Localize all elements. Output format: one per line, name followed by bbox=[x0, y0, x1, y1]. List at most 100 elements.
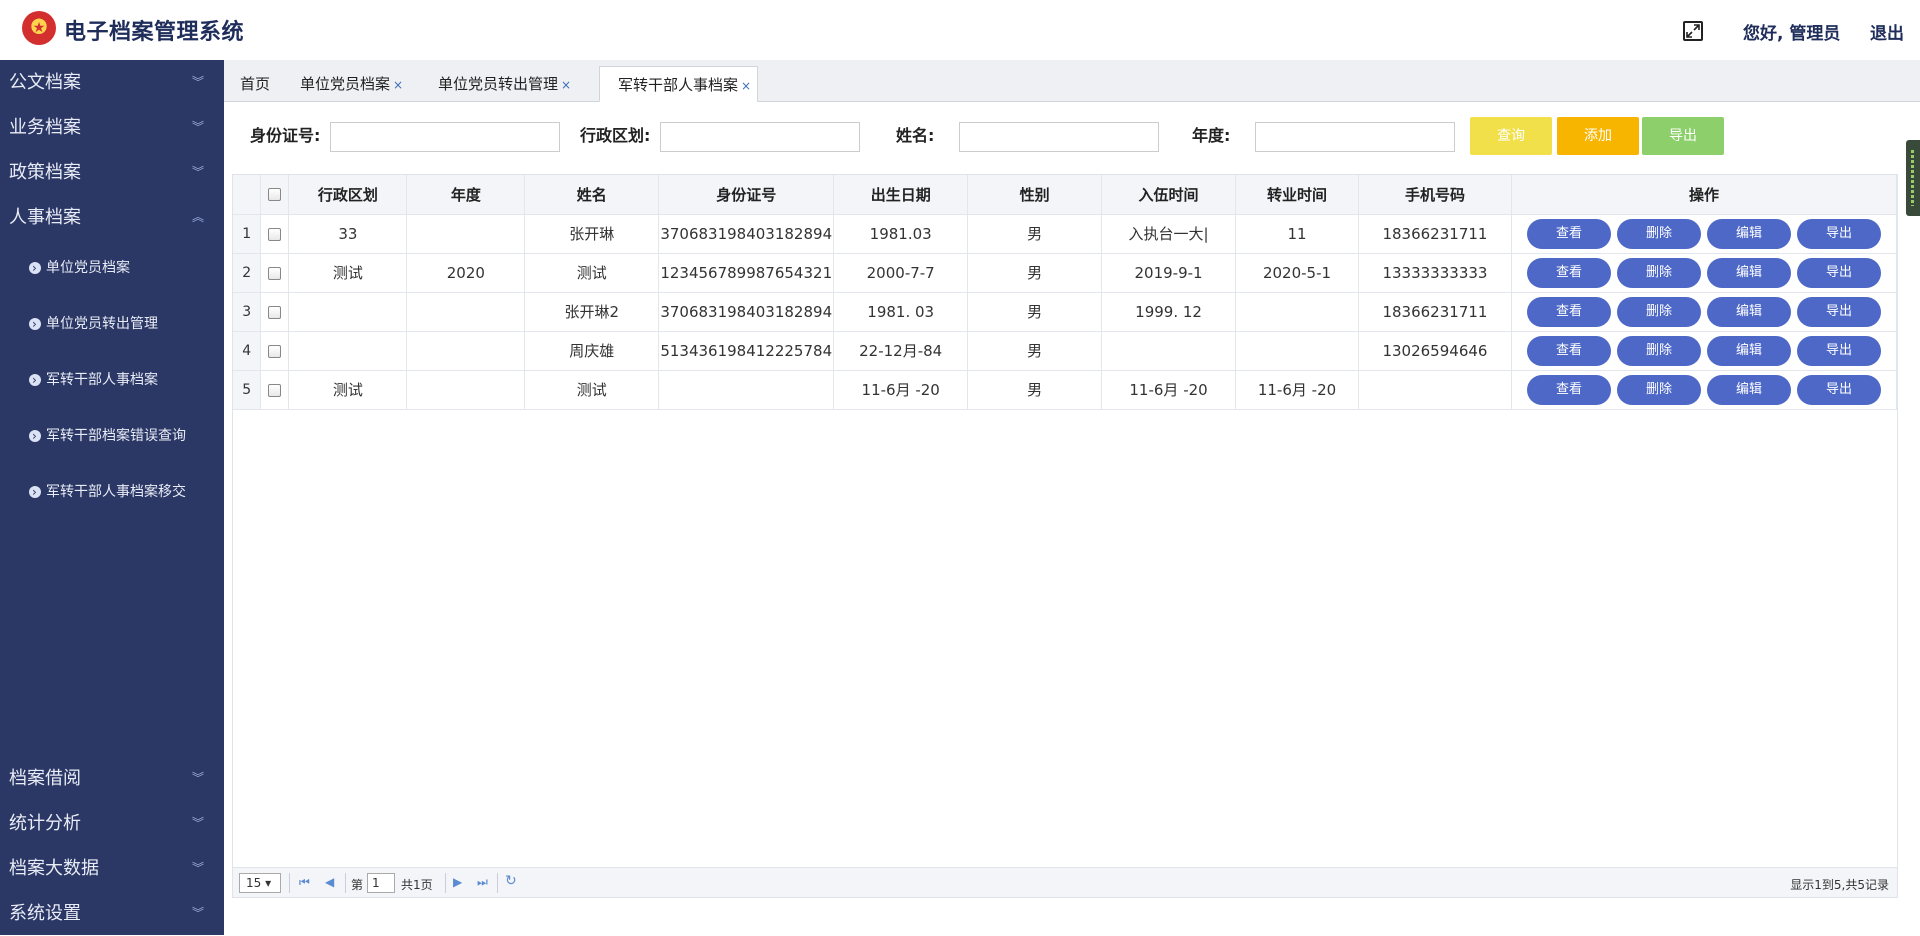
row-actions: 查看 删除 编辑 导出 bbox=[1511, 253, 1898, 293]
delete-button[interactable]: 删除 bbox=[1616, 296, 1701, 327]
view-button[interactable]: 查看 bbox=[1526, 296, 1611, 327]
column-header[interactable]: 性别 bbox=[967, 175, 1103, 215]
delete-button[interactable]: 删除 bbox=[1616, 257, 1701, 288]
view-button[interactable]: 查看 bbox=[1526, 257, 1611, 288]
export-row-button[interactable]: 导出 bbox=[1796, 218, 1881, 249]
logout-link[interactable]: 退出 bbox=[1870, 19, 1904, 44]
row-checkbox[interactable] bbox=[268, 305, 282, 319]
view-button[interactable]: 查看 bbox=[1526, 374, 1611, 405]
tab-label: 单位党员档案 bbox=[300, 75, 391, 93]
query-button[interactable]: 查询 bbox=[1470, 117, 1552, 155]
export-row-button[interactable]: 导出 bbox=[1796, 335, 1881, 366]
view-button[interactable]: 查看 bbox=[1526, 335, 1611, 366]
name-label: 姓名: bbox=[896, 126, 935, 145]
close-icon[interactable]: × bbox=[561, 78, 571, 92]
column-header[interactable]: 转业时间 bbox=[1235, 175, 1359, 215]
side-drag-handle[interactable] bbox=[1906, 140, 1920, 216]
last-page-icon[interactable]: ⏭ bbox=[477, 875, 488, 890]
delete-button[interactable]: 删除 bbox=[1616, 218, 1701, 249]
edit-button[interactable]: 编辑 bbox=[1706, 257, 1791, 288]
row-select-cell[interactable] bbox=[260, 292, 290, 332]
close-icon[interactable]: × bbox=[741, 79, 751, 93]
view-button[interactable]: 查看 bbox=[1526, 218, 1611, 249]
cell-year bbox=[406, 331, 526, 371]
sidebar-item-policy-docs[interactable]: 政策档案 ︾ bbox=[0, 150, 224, 195]
column-header[interactable]: 身份证号 bbox=[658, 175, 835, 215]
column-header[interactable]: 入伍时间 bbox=[1101, 175, 1237, 215]
table-row[interactable]: 3 张开琳2 370683198403182894 1981. 03 男 1999. 12… bbox=[233, 292, 1898, 332]
export-row-button[interactable]: 导出 bbox=[1796, 374, 1881, 405]
column-header[interactable]: 年度 bbox=[406, 175, 526, 215]
sidebar-subitem-veteran-handover[interactable]: 军转干部人事档案移交 bbox=[0, 464, 224, 520]
table-row[interactable]: 5 测试 测试 11-6月 -20 男 11-6月 -20 11-6月 -20 查看 删除 编辑导… bbox=[233, 370, 1898, 410]
sidebar-subitem-party-transfer[interactable]: 单位党员转出管理 bbox=[0, 296, 224, 352]
tab-party-transfer[interactable]: 单位党员转出管理 × bbox=[428, 66, 581, 102]
cell-transfer: 2020-5-1 bbox=[1235, 253, 1359, 293]
sidebar-item-label: 业务档案 bbox=[9, 117, 81, 138]
refresh-icon[interactable]: ↻ bbox=[505, 873, 517, 889]
tab-home[interactable]: 首页 bbox=[230, 66, 280, 102]
next-page-icon[interactable]: ▶ bbox=[453, 875, 462, 889]
column-header[interactable]: 出生日期 bbox=[833, 175, 969, 215]
table-row[interactable]: 1 33 张开琳 370683198403182894 1981.03 男入执台一大| 11… bbox=[233, 214, 1898, 254]
sidebar-item-settings[interactable]: 系统设置 ︾ bbox=[0, 891, 224, 936]
close-icon[interactable]: × bbox=[393, 78, 403, 92]
row-select-cell[interactable] bbox=[260, 331, 290, 371]
add-button[interactable]: 添加 bbox=[1557, 117, 1639, 155]
name-input[interactable] bbox=[959, 122, 1159, 152]
region-input[interactable] bbox=[660, 122, 860, 152]
prev-page-icon[interactable]: ◀ bbox=[325, 875, 334, 889]
sidebar-item-official-docs[interactable]: 公文档案 ︾ bbox=[0, 60, 224, 105]
sidebar-bottom-group: 档案借阅 ︾ 统计分析 ︾ 档案大数据 ︾ 系统设置 ︾ bbox=[0, 756, 224, 936]
sidebar-subitem-veteran-cadre-archive[interactable]: 军转干部人事档案 bbox=[0, 352, 224, 408]
row-checkbox[interactable] bbox=[268, 266, 282, 280]
pager-divider bbox=[345, 873, 346, 893]
edit-button[interactable]: 编辑 bbox=[1706, 218, 1791, 249]
cell-transfer: 11 bbox=[1235, 214, 1359, 254]
delete-button[interactable]: 删除 bbox=[1616, 335, 1701, 366]
export-row-button[interactable]: 导出 bbox=[1796, 296, 1881, 327]
edit-button[interactable]: 编辑 bbox=[1706, 335, 1791, 366]
row-checkbox[interactable] bbox=[268, 344, 282, 358]
page-size-select[interactable]: 15 ▾ bbox=[239, 873, 281, 893]
select-all-header[interactable] bbox=[260, 175, 290, 215]
sidebar-subitem-veteran-error-query[interactable]: 军转干部档案错误查询 bbox=[0, 408, 224, 464]
cell-transfer: 11-6月 -20 bbox=[1235, 370, 1359, 410]
sidebar-subitem-party-member-archive[interactable]: 单位党员档案 bbox=[0, 240, 224, 296]
row-checkbox[interactable] bbox=[268, 383, 282, 397]
row-select-cell[interactable] bbox=[260, 370, 290, 410]
column-header[interactable]: 手机号码 bbox=[1358, 175, 1512, 215]
tab-party-member-archive[interactable]: 单位党员档案 × bbox=[290, 66, 413, 102]
year-label: 年度: bbox=[1192, 126, 1231, 145]
cell-id bbox=[658, 370, 835, 410]
sidebar-item-statistics[interactable]: 统计分析 ︾ bbox=[0, 801, 224, 846]
edit-button[interactable]: 编辑 bbox=[1706, 296, 1791, 327]
row-checkbox[interactable] bbox=[268, 227, 282, 241]
export-button[interactable]: 导出 bbox=[1642, 117, 1724, 155]
page-number-value: 1 bbox=[372, 876, 380, 890]
arrow-circle-icon bbox=[29, 296, 41, 352]
first-page-icon[interactable]: ⏮ bbox=[299, 875, 310, 890]
edit-button[interactable]: 编辑 bbox=[1706, 374, 1791, 405]
column-header[interactable]: 行政区划 bbox=[288, 175, 408, 215]
column-header[interactable]: 姓名 bbox=[524, 175, 660, 215]
select-all-checkbox[interactable] bbox=[268, 188, 282, 202]
table-row[interactable]: 4 周庆雄 513436198412225784 22-12月-84 男 13026594… bbox=[233, 331, 1898, 371]
row-number: 2 bbox=[233, 253, 262, 293]
page-number-input[interactable]: 1 bbox=[367, 873, 395, 893]
id-number-input[interactable] bbox=[330, 122, 560, 152]
delete-button[interactable]: 删除 bbox=[1616, 374, 1701, 405]
row-select-cell[interactable] bbox=[260, 253, 290, 293]
year-input[interactable] bbox=[1255, 122, 1455, 152]
sidebar-item-archive-borrow[interactable]: 档案借阅 ︾ bbox=[0, 756, 224, 801]
table-row[interactable]: 2 测试 2020 测试 123456789987654321 2000-7-7 男 2019… bbox=[233, 253, 1898, 293]
fullscreen-icon[interactable] bbox=[1683, 21, 1703, 41]
tab-veteran-cadre-archive[interactable]: 军转干部人事档案 × bbox=[599, 66, 759, 102]
cell-birth: 11-6月 -20 bbox=[833, 370, 969, 410]
export-row-button[interactable]: 导出 bbox=[1796, 257, 1881, 288]
sidebar-item-big-data[interactable]: 档案大数据 ︾ bbox=[0, 846, 224, 891]
pager-divider bbox=[289, 873, 290, 893]
sidebar-item-business-docs[interactable]: 业务档案 ︾ bbox=[0, 105, 224, 150]
sidebar-item-personnel-docs[interactable]: 人事档案 ︽ bbox=[0, 195, 224, 240]
row-select-cell[interactable] bbox=[260, 214, 290, 254]
